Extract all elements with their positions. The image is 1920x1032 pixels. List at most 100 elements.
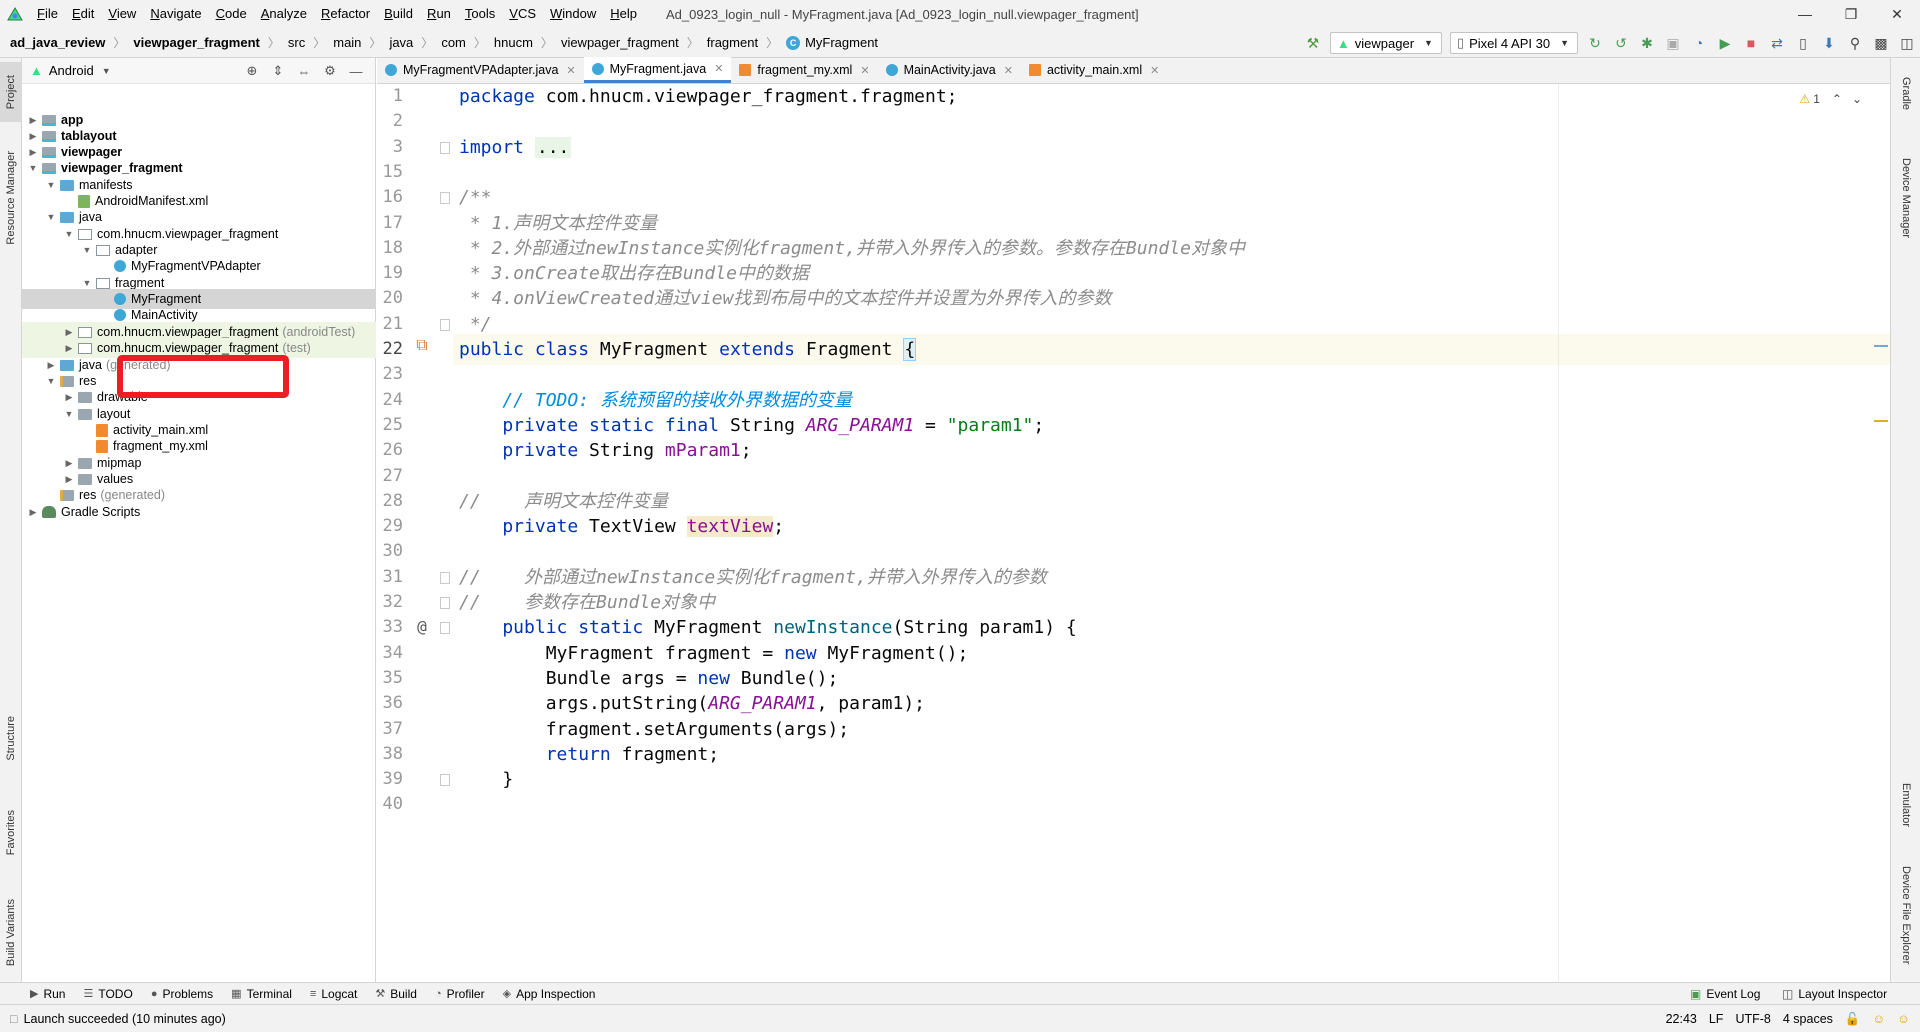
settings-icon[interactable]: ▩ bbox=[1868, 30, 1894, 56]
tab-emulator[interactable]: Emulator bbox=[1895, 768, 1917, 843]
editor-tab[interactable]: MyFragment.java ✕ bbox=[583, 57, 732, 83]
menu-view[interactable]: View bbox=[101, 0, 143, 28]
status-message[interactable]: □ Launch succeeded (10 minutes ago) bbox=[10, 1012, 226, 1026]
chevron-down-icon[interactable]: ▼ bbox=[80, 245, 94, 255]
fold-marker-icon[interactable] bbox=[440, 318, 450, 331]
editor-tab[interactable]: fragment_my.xml ✕ bbox=[731, 57, 877, 83]
tool-event-log[interactable]: ▣ Event Log bbox=[1690, 983, 1760, 1005]
gear-icon[interactable]: ⚙ bbox=[317, 63, 343, 79]
breadcrumb-item[interactable]: main bbox=[333, 35, 361, 50]
coverage-icon[interactable]: ▶ bbox=[1712, 30, 1738, 56]
menu-navigate[interactable]: Navigate bbox=[143, 0, 208, 28]
tool-layout-inspector[interactable]: ◫ Layout Inspector bbox=[1782, 983, 1887, 1005]
chevron-right-icon[interactable]: ▶ bbox=[26, 507, 40, 518]
search-icon[interactable]: ⚲ bbox=[1842, 30, 1868, 56]
tool-problems[interactable]: ● Problems bbox=[151, 987, 213, 1001]
chevron-right-icon[interactable]: ▶ bbox=[26, 131, 40, 142]
fold-marker-icon[interactable] bbox=[440, 774, 450, 787]
project-view-select[interactable]: ▲ Android ▼ bbox=[30, 63, 111, 78]
tool-profiler[interactable]: ◔ Profiler bbox=[435, 987, 485, 1001]
tab-resource-manager[interactable]: Resource Manager bbox=[0, 138, 22, 258]
chevron-up-icon[interactable]: ⌃ bbox=[1832, 92, 1842, 106]
tool-todo[interactable]: ☰ TODO bbox=[83, 987, 132, 1001]
editor-tab[interactable]: activity_main.xml ✕ bbox=[1021, 57, 1167, 83]
collapse-all-icon[interactable]: ⇔ bbox=[291, 64, 317, 79]
editor-scrollbar[interactable] bbox=[1866, 84, 1890, 982]
sdk-manager-icon[interactable]: ⬇ bbox=[1816, 30, 1842, 56]
breadcrumb-item[interactable]: hnucm bbox=[494, 35, 533, 50]
smiley-icon[interactable]: ☺ bbox=[1872, 1012, 1885, 1026]
editor-tab[interactable]: MainActivity.java ✕ bbox=[878, 57, 1021, 83]
fold-marker-icon[interactable] bbox=[440, 622, 450, 635]
chevron-down-icon[interactable]: ▼ bbox=[62, 409, 76, 419]
chevron-right-icon[interactable]: ▶ bbox=[62, 458, 76, 469]
chevron-right-icon[interactable]: ▶ bbox=[62, 343, 76, 354]
chevron-down-icon[interactable]: ▼ bbox=[44, 376, 58, 386]
menu-window[interactable]: Window bbox=[543, 0, 603, 28]
tree-item[interactable]: ▶ Gradle Scripts bbox=[22, 502, 376, 522]
breadcrumb-item[interactable]: viewpager_fragment bbox=[561, 35, 679, 50]
hammer-build-icon[interactable]: ⚒ bbox=[1300, 30, 1326, 56]
breadcrumb-item[interactable]: MyFragment bbox=[805, 35, 878, 50]
chevron-down-icon[interactable]: ▼ bbox=[62, 229, 76, 239]
chevron-right-icon[interactable]: ▶ bbox=[44, 360, 58, 371]
tab-gradle[interactable]: Gradle bbox=[1895, 64, 1917, 124]
caret-position[interactable]: 22:43 bbox=[1666, 1012, 1697, 1026]
debug-icon[interactable]: ✱ bbox=[1634, 30, 1660, 56]
menu-edit[interactable]: Edit bbox=[65, 0, 101, 28]
fold-marker-icon[interactable] bbox=[440, 597, 450, 609]
menu-build[interactable]: Build bbox=[377, 0, 420, 28]
fold-marker-icon[interactable] bbox=[440, 571, 450, 584]
menu-refactor[interactable]: Refactor bbox=[314, 0, 377, 28]
chevron-right-icon[interactable]: ▶ bbox=[62, 474, 76, 485]
sync-gradle-icon[interactable]: ⇄ bbox=[1764, 30, 1790, 56]
fold-marker-icon[interactable] bbox=[440, 141, 450, 154]
tool-app-inspection[interactable]: ◈ App Inspection bbox=[503, 987, 596, 1001]
annotation-icon[interactable]: @ bbox=[412, 617, 432, 637]
device-select[interactable]: ▯ Pixel 4 API 30 ▼ bbox=[1449, 32, 1578, 54]
chevron-right-icon[interactable]: ▶ bbox=[62, 327, 76, 338]
chevron-right-icon[interactable]: ▶ bbox=[62, 392, 76, 403]
profile-icon[interactable]: ◔ bbox=[1686, 30, 1712, 56]
apply-changes-restart-icon[interactable]: ↻ bbox=[1582, 30, 1608, 56]
tool-logcat[interactable]: ≡ Logcat bbox=[310, 987, 357, 1001]
breadcrumb-item[interactable]: fragment bbox=[707, 35, 758, 50]
menu-file[interactable]: File bbox=[30, 0, 65, 28]
locate-icon[interactable]: ⊕ bbox=[239, 63, 265, 79]
tool-terminal[interactable]: ▦ Terminal bbox=[231, 987, 292, 1001]
code-area[interactable]: 1 2 3 15 16 17 18 19 20 21 22 23 24 25 26 27 28 29 30 31 32 3… bbox=[377, 84, 1890, 982]
file-encoding[interactable]: UTF-8 bbox=[1735, 1012, 1770, 1026]
menu-tools[interactable]: Tools bbox=[458, 0, 502, 28]
breadcrumb-item[interactable]: java bbox=[389, 35, 413, 50]
attach-debugger-icon[interactable]: ▣ bbox=[1660, 30, 1686, 56]
menu-vcs[interactable]: VCS bbox=[502, 0, 543, 28]
layout-icon[interactable]: ◫ bbox=[1894, 30, 1920, 56]
inspection-widget[interactable]: ⚠ 1 ⌃ ⌄ bbox=[1799, 92, 1862, 106]
chevron-down-icon[interactable]: ▼ bbox=[44, 180, 58, 190]
close-icon[interactable]: ✕ bbox=[566, 64, 575, 77]
tab-device-file-explorer[interactable]: Device File Explorer bbox=[1895, 853, 1917, 978]
tab-build-variants[interactable]: Build Variants bbox=[0, 888, 22, 978]
close-icon[interactable]: ✕ bbox=[1150, 64, 1159, 77]
tab-favorites[interactable]: Favorites bbox=[0, 798, 22, 868]
breadcrumb-item[interactable]: ad_java_review bbox=[10, 35, 105, 50]
hide-icon[interactable]: — bbox=[343, 64, 369, 79]
minimize-icon[interactable]: — bbox=[1782, 0, 1828, 28]
tool-build[interactable]: ⚒ Build bbox=[375, 987, 417, 1001]
chevron-right-icon[interactable]: ▶ bbox=[26, 115, 40, 126]
menu-help[interactable]: Help bbox=[603, 0, 644, 28]
fold-marker-icon[interactable] bbox=[440, 192, 450, 205]
chevron-down-icon[interactable]: ▼ bbox=[44, 212, 58, 222]
indent-setting[interactable]: 4 spaces bbox=[1783, 1012, 1833, 1026]
line-separator[interactable]: LF bbox=[1709, 1012, 1724, 1026]
breadcrumb-item[interactable]: com bbox=[441, 35, 466, 50]
menu-analyze[interactable]: Analyze bbox=[254, 0, 314, 28]
run-config-select[interactable]: ▲ viewpager ▼ bbox=[1329, 32, 1442, 54]
apply-code-changes-icon[interactable]: ↺ bbox=[1608, 30, 1634, 56]
close-icon[interactable]: ✕ bbox=[714, 62, 723, 75]
tab-project[interactable]: Project bbox=[0, 62, 22, 122]
stop-icon[interactable]: ■ bbox=[1738, 30, 1764, 56]
menu-code[interactable]: Code bbox=[209, 0, 254, 28]
chevron-right-icon[interactable]: ▶ bbox=[26, 147, 40, 158]
chevron-down-icon[interactable]: ▼ bbox=[26, 163, 40, 173]
